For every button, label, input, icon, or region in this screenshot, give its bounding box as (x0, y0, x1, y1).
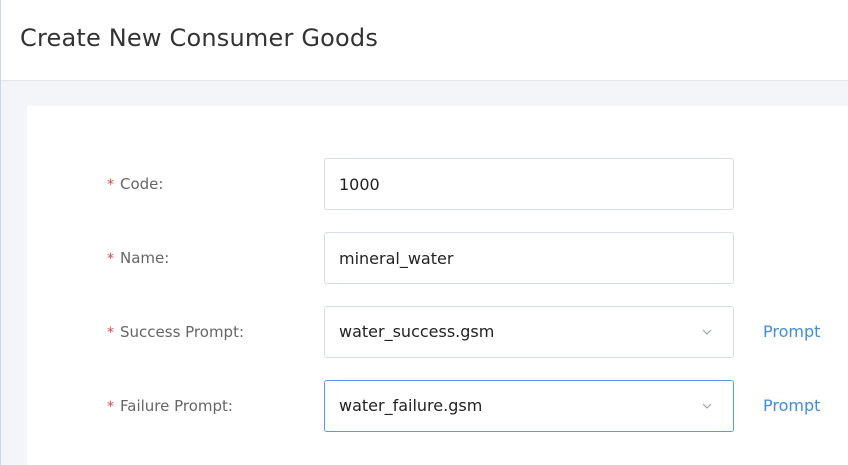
dialog-header: Create New Consumer Goods (1, 0, 848, 81)
failure-prompt-selected-value: water_failure.gsm (339, 396, 483, 415)
failure-prompt-row: * Failure Prompt: water_failure.gsm Promp… (27, 380, 848, 432)
success-prompt-link[interactable]: Prompt (763, 306, 820, 358)
failure-prompt-select[interactable]: water_failure.gsm (324, 380, 734, 432)
success-prompt-select[interactable]: water_success.gsm (324, 306, 734, 358)
success-prompt-label-text: Success Prompt: (120, 323, 245, 341)
chevron-down-icon (702, 329, 712, 335)
required-marker: * (107, 251, 114, 267)
required-marker: * (107, 177, 114, 193)
dialog-window: Create New Consumer Goods * Code: * Name: … (0, 0, 848, 465)
failure-prompt-label: * Failure Prompt: (107, 380, 233, 432)
code-row: * Code: (27, 158, 848, 210)
failure-prompt-label-text: Failure Prompt: (120, 397, 233, 415)
name-label: * Name: (107, 232, 169, 284)
chevron-down-icon (702, 403, 712, 409)
dialog-title: Create New Consumer Goods (20, 24, 379, 52)
success-prompt-label: * Success Prompt: (107, 306, 244, 358)
code-label: * Code: (107, 158, 163, 210)
code-input[interactable] (324, 158, 734, 210)
required-marker: * (107, 399, 114, 415)
name-input[interactable] (324, 232, 734, 284)
success-prompt-row: * Success Prompt: water_success.gsm Promp… (27, 306, 848, 358)
code-label-text: Code: (120, 175, 164, 193)
name-row: * Name: (27, 232, 848, 284)
required-marker: * (107, 325, 114, 341)
form-card: * Code: * Name: * Success Prompt: water_suc… (27, 106, 848, 465)
name-label-text: Name: (120, 249, 170, 267)
success-prompt-selected-value: water_success.gsm (339, 322, 495, 341)
failure-prompt-link[interactable]: Prompt (763, 380, 820, 432)
